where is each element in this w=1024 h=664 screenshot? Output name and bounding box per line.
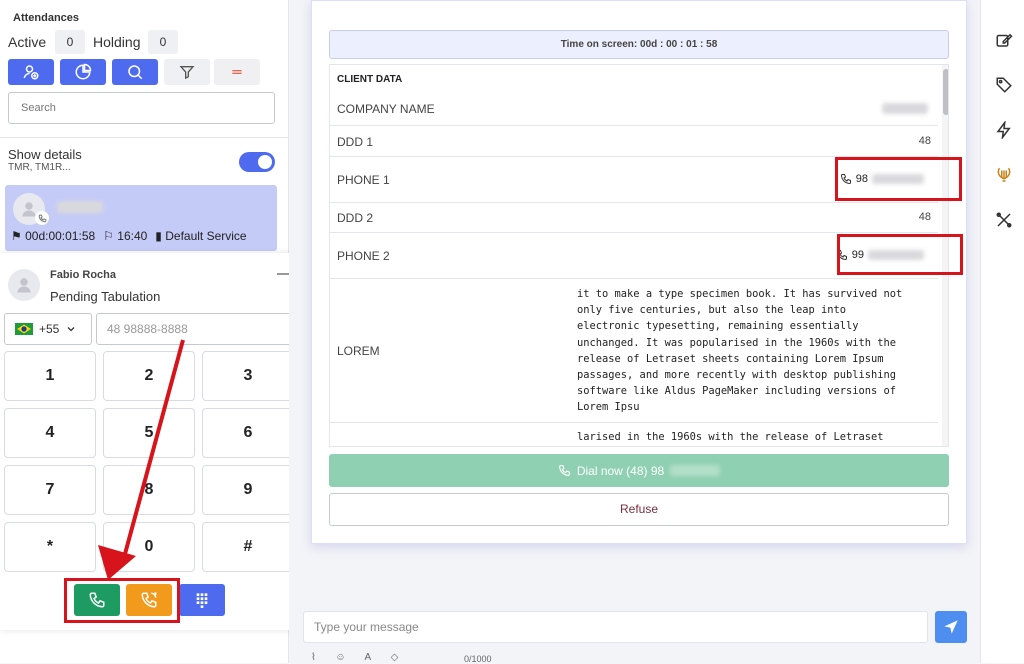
phone-icon — [38, 214, 46, 222]
key-star[interactable]: * — [4, 522, 96, 572]
main-area: Time on screen: 00d : 00 : 01 : 58 CLIEN… — [289, 0, 980, 664]
row-ddd1: DDD 1 48 — [330, 126, 938, 157]
key-9[interactable]: 9 — [202, 465, 294, 515]
client-data-header: CLIENT DATA — [337, 74, 403, 85]
send-button[interactable] — [935, 611, 967, 643]
lorem-label: LOREM — [337, 344, 380, 358]
card-queue: ▮ Default Service — [155, 229, 247, 243]
phone2-label: PHONE 2 — [337, 249, 390, 263]
right-rail — [980, 0, 1024, 663]
menu-lines-icon — [232, 70, 242, 74]
key-4[interactable]: 4 — [4, 408, 96, 458]
lorem-text: it to make a type specimen book. It has … — [577, 288, 903, 414]
key-0[interactable]: 0 — [103, 522, 195, 572]
divider — [0, 137, 289, 138]
search-icon — [128, 65, 143, 80]
filter-button[interactable] — [164, 59, 210, 85]
key-8[interactable]: 8 — [103, 465, 195, 515]
add-user-button[interactable] — [8, 59, 54, 85]
menu-button[interactable] — [214, 59, 260, 85]
key-1[interactable]: 1 — [4, 351, 96, 401]
lyre-icon[interactable] — [995, 166, 1013, 184]
row-lorem-2: larised in the 1960s with the release of… — [330, 423, 938, 446]
country-select[interactable]: +55 — [4, 313, 92, 345]
search-input[interactable]: Search — [8, 92, 275, 124]
keypad-icon — [196, 593, 208, 608]
highlight-phone2 — [837, 234, 963, 275]
row-lorem: LOREM it to make a type specimen book. I… — [330, 279, 938, 423]
pie-chart-icon — [75, 63, 92, 80]
user-icon — [17, 278, 31, 293]
ddd1-value: 48 — [918, 135, 931, 147]
brazil-flag-icon — [15, 323, 33, 335]
lorem-text-2: larised in the 1960s with the release of… — [577, 431, 884, 443]
redacted-contact-name — [57, 201, 103, 213]
active-count: 0 — [55, 30, 85, 54]
tag-icon[interactable] — [995, 76, 1013, 94]
holding-count: 0 — [148, 30, 178, 54]
card-elapsed: ⚑ 00d:00:01:58 — [11, 229, 96, 243]
attendances-title: Attendances — [13, 12, 80, 24]
ddd1-label: DDD 1 — [337, 135, 374, 149]
lightning-icon[interactable] — [995, 121, 1013, 139]
show-details-label: Show details — [8, 147, 82, 162]
active-label: Active — [8, 34, 47, 50]
attach-icon[interactable]: ⌇ — [311, 652, 316, 663]
redacted-company-name — [882, 103, 928, 114]
phone-icon — [558, 465, 570, 476]
key-hash[interactable]: # — [202, 522, 294, 572]
row-ddd2: DDD 2 48 — [330, 203, 938, 233]
show-details-toggle[interactable] — [239, 152, 275, 172]
ddd2-value: 48 — [918, 211, 931, 223]
emoji-icon[interactable]: ☺ — [335, 652, 345, 663]
time-on-screen: Time on screen: 00d : 00 : 01 : 58 — [329, 30, 949, 59]
contact-status: Pending Tabulation — [50, 289, 161, 304]
contact-name: Fabio Rocha — [50, 269, 117, 281]
message-input[interactable]: Type your message — [303, 611, 928, 643]
key-6[interactable]: 6 — [202, 408, 294, 458]
keypad-button[interactable] — [179, 584, 225, 616]
tools-icon[interactable] — [995, 211, 1013, 229]
search-button[interactable] — [112, 59, 158, 85]
refuse-button[interactable]: Refuse — [329, 493, 949, 526]
dial-now-button[interactable]: Dial now (48) 98 — [329, 454, 949, 487]
card-meta: ⚑ 00d:00:01:58 ⚐ 16:40 ▮ Default Service — [11, 229, 247, 243]
key-5[interactable]: 5 — [103, 408, 195, 458]
reports-button[interactable] — [60, 59, 106, 85]
holding-label: Holding — [93, 34, 141, 50]
dialer-avatar — [8, 269, 40, 301]
phone-badge — [35, 211, 49, 225]
send-icon — [944, 620, 958, 634]
phone-number-input[interactable]: 48 98888-8888 — [96, 313, 295, 345]
edit-icon[interactable] — [995, 31, 1013, 49]
highlight-call-buttons — [64, 578, 180, 623]
tag-small-icon[interactable]: ◇ — [391, 652, 399, 663]
dial-now-label: Dial now (48) 98 — [576, 463, 665, 478]
format-icon[interactable]: A — [364, 652, 371, 663]
scrollbar-thumb[interactable] — [943, 69, 948, 115]
dialer-popup: Fabio Rocha Pending Tabulation — +55 48 … — [0, 253, 308, 630]
ddd2-label: DDD 2 — [337, 211, 374, 225]
key-3[interactable]: 3 — [202, 351, 294, 401]
composer-tools: ⌇ ☺ A ◇ — [311, 652, 398, 663]
redacted-dial-number — [670, 465, 721, 476]
phone1-label: PHONE 1 — [337, 173, 390, 187]
company-name-label: COMPANY NAME — [337, 102, 435, 116]
filter-icon — [179, 66, 195, 80]
highlight-phone1 — [835, 157, 962, 201]
attendance-card[interactable]: ⚑ 00d:00:01:58 ⚐ 16:40 ▮ Default Service — [5, 185, 277, 251]
row-company-name: COMPANY NAME — [330, 91, 938, 126]
chevron-down-icon — [67, 327, 75, 332]
key-2[interactable]: 2 — [103, 351, 195, 401]
country-code: +55 — [39, 322, 60, 336]
add-user-icon — [23, 65, 39, 80]
show-details-sub: TMR, TM1R... — [8, 162, 71, 173]
card-time: ⚐ 16:40 — [103, 229, 148, 243]
key-7[interactable]: 7 — [4, 465, 96, 515]
